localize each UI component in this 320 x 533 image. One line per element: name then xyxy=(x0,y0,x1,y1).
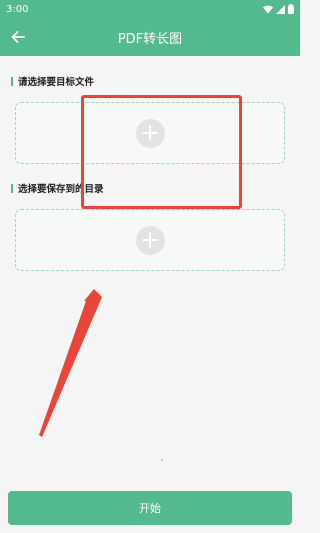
battery-icon xyxy=(288,4,294,14)
decorative-dot xyxy=(161,459,163,461)
select-file-box[interactable] xyxy=(15,102,285,164)
annotation-arrow-shape xyxy=(39,289,102,437)
section-accent-bar xyxy=(11,183,13,193)
arrow-left-icon xyxy=(11,31,25,43)
signal-icon xyxy=(276,4,285,14)
page-title: PDF转长图 xyxy=(117,31,183,47)
status-icons xyxy=(263,4,294,14)
status-bar: 3:00 xyxy=(0,0,300,18)
wifi-icon xyxy=(263,5,273,13)
target-file-label-text: 请选择要目标文件 xyxy=(18,77,95,88)
back-button[interactable] xyxy=(8,27,28,47)
start-button[interactable]: 开始 xyxy=(8,491,292,525)
status-time: 3:00 xyxy=(6,3,29,15)
plus-circle-icon xyxy=(135,118,165,148)
save-dir-label: 选择要保存到的目录 xyxy=(11,181,104,195)
app-bar: PDF转长图 xyxy=(0,18,300,56)
plus-circle-icon xyxy=(135,225,165,255)
target-file-label: 请选择要目标文件 xyxy=(11,74,94,88)
select-directory-box[interactable] xyxy=(15,209,285,271)
save-dir-label-text: 选择要保存到的目录 xyxy=(18,184,104,195)
section-accent-bar xyxy=(11,76,13,86)
